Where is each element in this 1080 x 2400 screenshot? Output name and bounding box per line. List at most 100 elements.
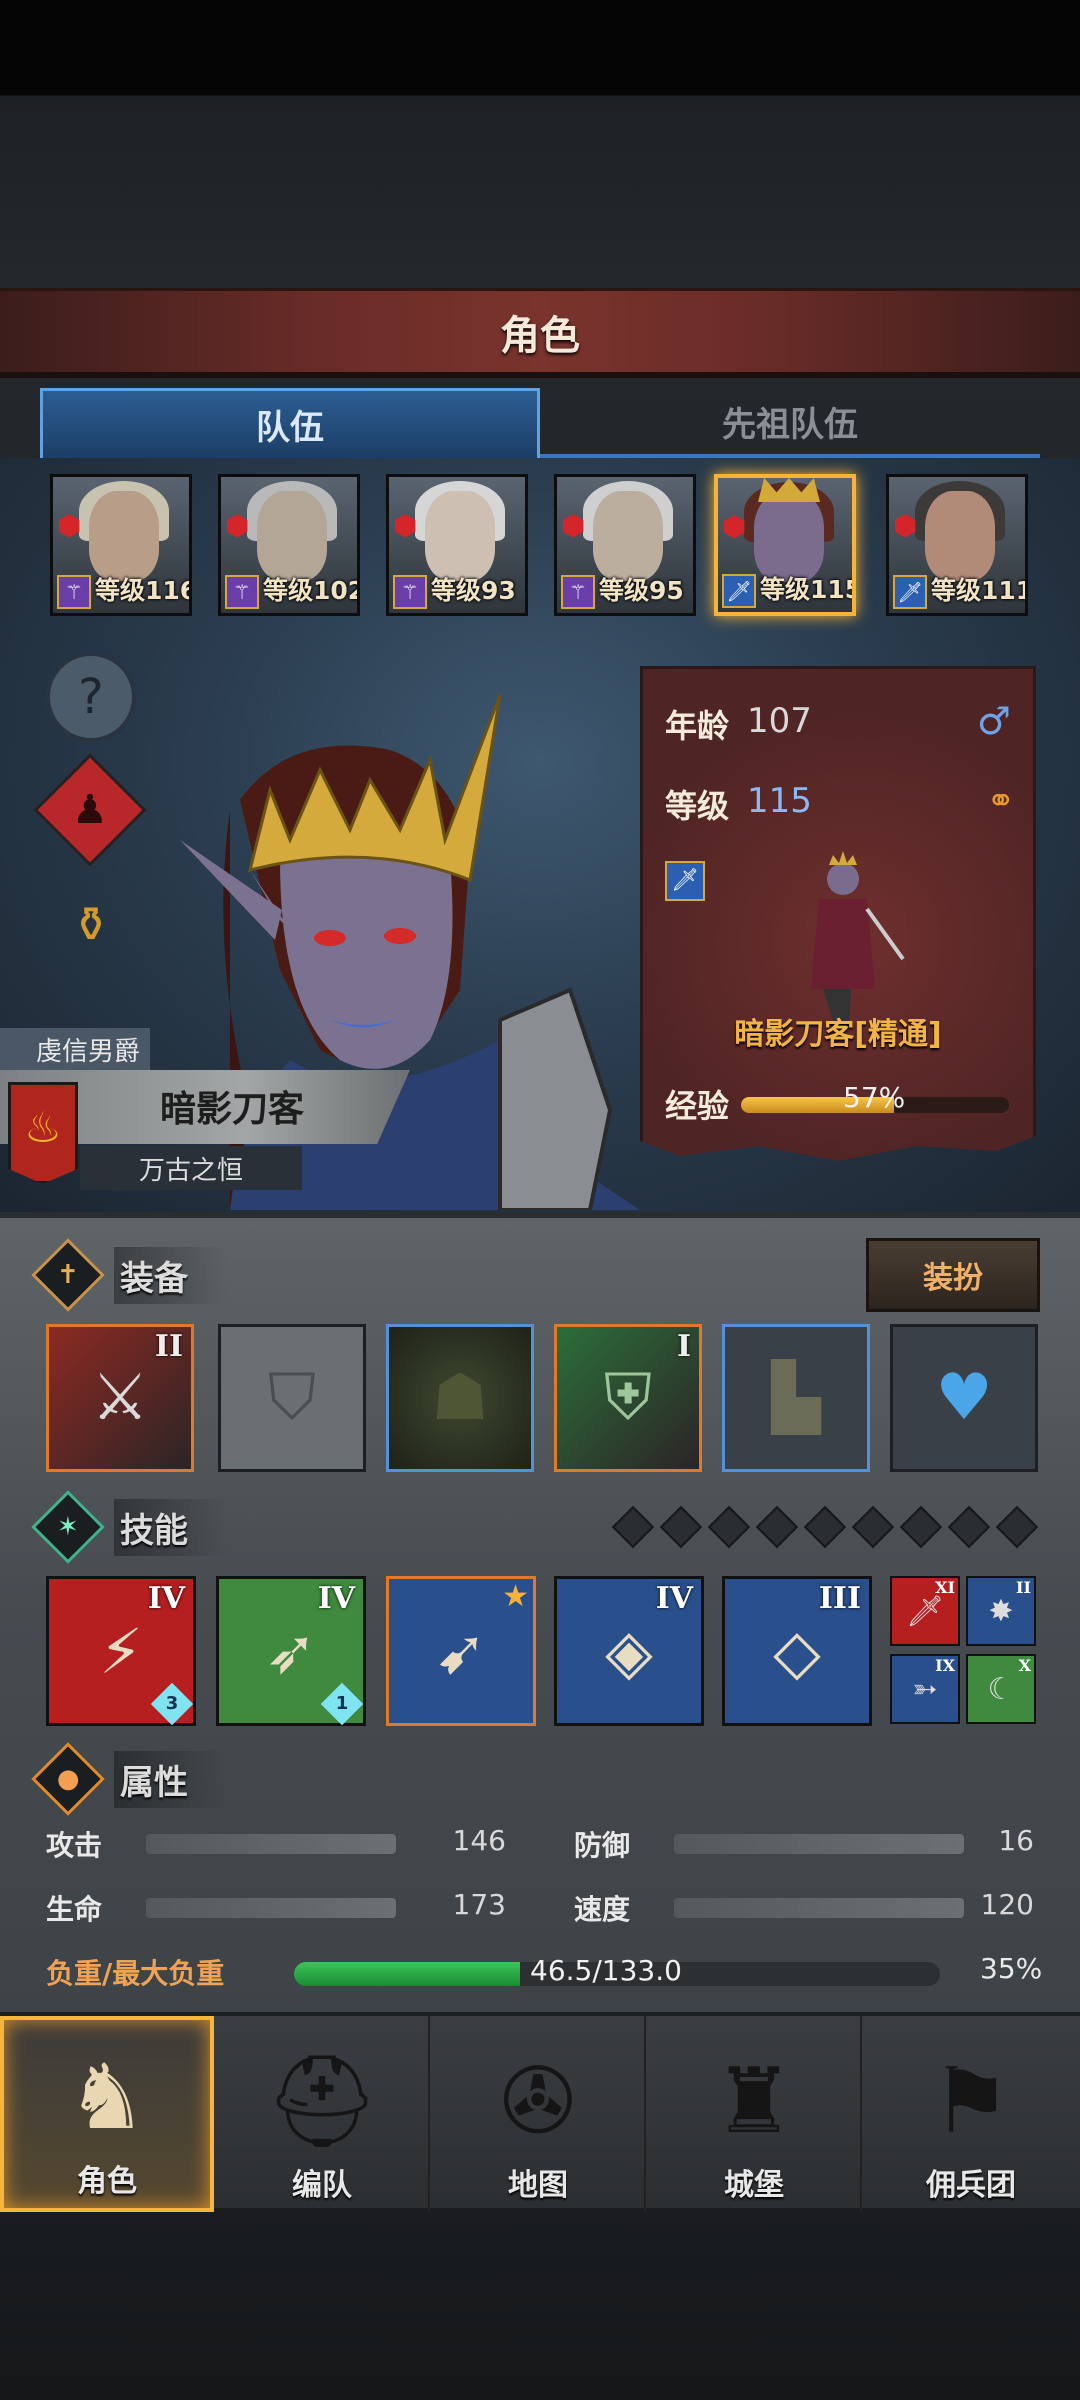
hero-portrait — [754, 492, 824, 582]
dagger-icon: 🗡 — [665, 861, 705, 901]
page-title: 角色 — [500, 312, 580, 359]
tab-team[interactable]: 队伍 — [40, 388, 540, 458]
person-icon: ● — [56, 1764, 80, 1794]
claw-icon: ☾ — [987, 1671, 1015, 1707]
attributes-label: 属性 — [114, 1750, 228, 1808]
character-name: 暗影刀客 — [160, 1089, 305, 1130]
boots-icon: ▙ — [771, 1361, 821, 1435]
level-label: 等级 — [665, 787, 730, 825]
dash-icon: ➶ — [265, 1614, 317, 1688]
character-info-panel: 年龄 107 ♂ 等级 115 ⚭ 🗡 暗影刀客[精通] 经验 57% — [640, 666, 1036, 1161]
load-label: 负重/最大负重 — [46, 1957, 225, 1990]
hero-level: 等级95 — [599, 576, 684, 605]
hero-level: 等级116 — [95, 576, 192, 605]
page-title-bar: 角色 — [0, 288, 1080, 378]
sword-icon: ⚔ — [91, 1361, 149, 1435]
tab-ancestor-team[interactable]: 先祖队伍 — [540, 388, 1040, 458]
load-progress-fill — [294, 1962, 521, 1986]
hero-level: 等级102 — [263, 576, 360, 605]
cross-icon: ✝ — [57, 1259, 79, 1290]
passive-skill-slot[interactable]: ☾ X — [966, 1654, 1036, 1724]
head-slot[interactable]: ☗ — [386, 1324, 534, 1472]
dress-up-button[interactable]: 装扮 — [866, 1238, 1040, 1312]
armor-slot[interactable]: ⛨ I — [554, 1324, 702, 1472]
dagger-icon: 🗡 — [722, 574, 756, 608]
crest-icon: ⬢ — [57, 509, 82, 542]
crystal-blade-icon: ◈ — [605, 1614, 653, 1688]
skill-slot[interactable]: ➶ IV 1 — [216, 1576, 366, 1726]
attack-stat: 攻击 146 — [46, 1824, 506, 1862]
wand-icon: ⚚ — [57, 575, 91, 609]
helmet-icon: ⛑ — [264, 2049, 380, 2154]
wand-icon: ⚚ — [393, 575, 427, 609]
castle-icon: ♜ — [713, 2049, 795, 2154]
speed-stat: 速度 120 — [574, 1888, 1034, 1926]
crest-icon: ⬢ — [561, 509, 586, 542]
boots-slot[interactable]: ▙ — [722, 1324, 870, 1472]
passive-skill-slot[interactable]: 🗡 XI — [890, 1576, 960, 1646]
crest-icon: ⬢ — [893, 509, 918, 542]
game-screen: 角色 队伍 先祖队伍 ⬢ ⚚ 等级116 ⬢ ⚚ 等级102 ⬢ ⚚ 等级93 … — [0, 0, 1080, 2400]
beast-icon: ➳ — [912, 1671, 938, 1707]
hero-portrait — [89, 491, 159, 581]
hero-portrait — [257, 491, 327, 581]
crest-icon: ⬢ — [393, 509, 418, 542]
slash-icon: ⚡ — [99, 1614, 143, 1688]
spear-icon: ➹ — [435, 1614, 487, 1688]
compass-icon: ✇ — [500, 2049, 576, 2154]
offhand-slot-empty[interactable]: ⛉ — [218, 1324, 366, 1472]
exp-label: 经验 — [665, 1087, 730, 1125]
passive-skill-slot[interactable]: ✸ II — [966, 1576, 1036, 1646]
skill-slot[interactable]: ◈ IV — [554, 1576, 704, 1726]
dagger-icon: 🗡 — [905, 1593, 945, 1629]
hero-card[interactable]: ⬢ 🗡 等级111 — [886, 474, 1028, 616]
hood-icon: ☗ — [431, 1361, 489, 1435]
exp-percent: 57% — [843, 1081, 906, 1114]
class-name: 暗影刀客[精通] — [734, 1017, 942, 1052]
skill-slot[interactable]: ◇ III — [722, 1576, 872, 1726]
level-value: 115 — [747, 781, 812, 821]
skill-slot[interactable]: ➹ ★ — [386, 1576, 536, 1726]
hero-card-selected[interactable]: ⬢ 🗡 等级115 — [714, 474, 856, 616]
passive-skill-slot[interactable]: ➳ IX — [890, 1654, 960, 1724]
character-epithet: 万古之恒 — [80, 1146, 302, 1190]
hero-card[interactable]: ⬢ ⚚ 等级95 — [554, 474, 696, 616]
hero-portrait — [925, 491, 995, 581]
star-icon: ✶ — [57, 1511, 79, 1542]
load-value: 46.5/133.0 — [530, 1954, 682, 1987]
amulet-slot[interactable]: ♥ — [890, 1324, 1038, 1472]
gem-badge: 1 — [320, 1682, 364, 1726]
age-value: 107 — [747, 701, 812, 741]
crest-icon: ⬢ — [722, 510, 747, 543]
nav-map[interactable]: ✇ 地图 — [432, 2016, 646, 2212]
equipment-label: 装备 — [114, 1246, 228, 1304]
star-icon: ★ — [502, 1579, 529, 1614]
nav-formation[interactable]: ⛑ 编队 — [216, 2016, 430, 2212]
male-icon: ♂ — [976, 699, 1011, 743]
hero-card[interactable]: ⬢ ⚚ 等级93 — [386, 474, 528, 616]
class-figure — [811, 851, 905, 1027]
armor-icon: ⛨ — [604, 1361, 652, 1435]
heart-amulet-icon: ♥ — [935, 1361, 993, 1435]
help-icon[interactable]: ? — [46, 652, 136, 742]
age-label: 年龄 — [665, 707, 730, 745]
nav-character[interactable]: ♞ 角色 — [0, 2016, 214, 2212]
noble-title: 虔信男爵 — [0, 1028, 150, 1070]
mercenary-icon: ⚑ — [930, 2049, 1012, 2154]
nav-castle[interactable]: ♜ 城堡 — [648, 2016, 862, 2212]
hero-portrait — [593, 491, 663, 581]
hero-level: 等级115 — [760, 575, 856, 604]
burst-icon: ✸ — [988, 1593, 1014, 1629]
hero-card[interactable]: ⬢ ⚚ 等级116 — [50, 474, 192, 616]
load-percent: 35% — [980, 1952, 1043, 1985]
hero-card[interactable]: ⬢ ⚚ 等级102 — [218, 474, 360, 616]
skill-slot[interactable]: ⚡ IV 3 — [46, 1576, 196, 1726]
tab-bar: 队伍 先祖队伍 — [40, 388, 1040, 458]
defense-stat: 防御 16 — [574, 1824, 1034, 1862]
nav-mercenary[interactable]: ⚑ 佣兵团 — [864, 2016, 1078, 2212]
gem-badge: 3 — [150, 1682, 194, 1726]
potion-icon[interactable]: ⚱ — [46, 880, 136, 970]
skills-label: 技能 — [114, 1498, 228, 1556]
weapon-slot[interactable]: ⚔ II — [46, 1324, 194, 1472]
hp-stat: 生命 173 — [46, 1888, 506, 1926]
